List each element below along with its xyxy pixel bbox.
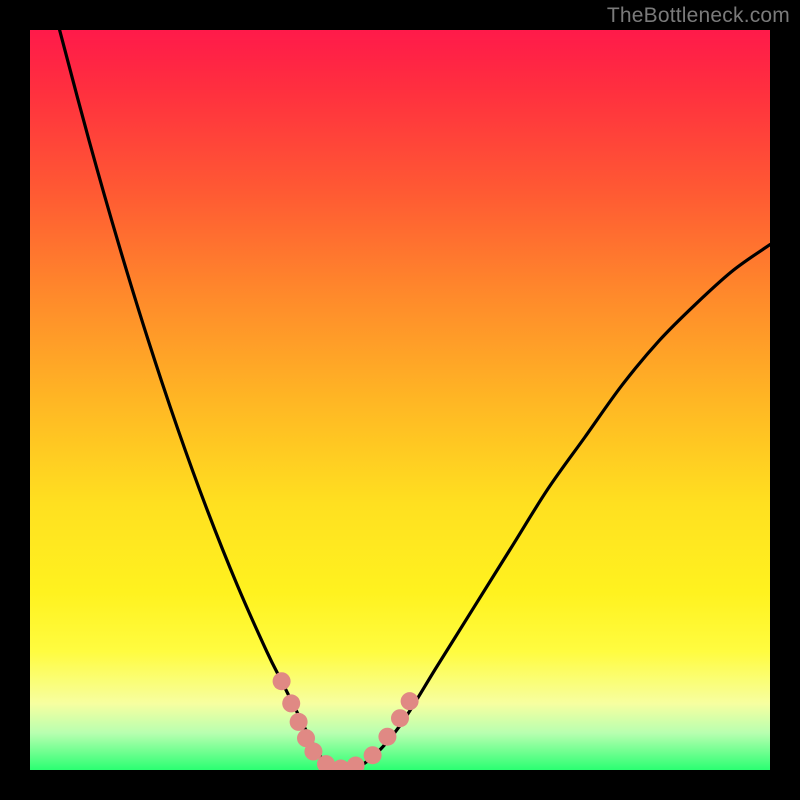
curve-marker xyxy=(391,709,409,727)
curve-markers xyxy=(273,672,419,770)
curve-marker xyxy=(290,713,308,731)
curve-marker xyxy=(282,694,300,712)
chart-frame: TheBottleneck.com xyxy=(0,0,800,800)
plot-area xyxy=(30,30,770,770)
curve-marker xyxy=(273,672,291,690)
watermark-text: TheBottleneck.com xyxy=(607,4,790,28)
curve-marker xyxy=(347,757,365,770)
curve-marker xyxy=(378,728,396,746)
bottleneck-curve xyxy=(60,30,770,770)
curve-marker xyxy=(401,692,419,710)
curve-marker xyxy=(364,746,382,764)
chart-svg xyxy=(30,30,770,770)
